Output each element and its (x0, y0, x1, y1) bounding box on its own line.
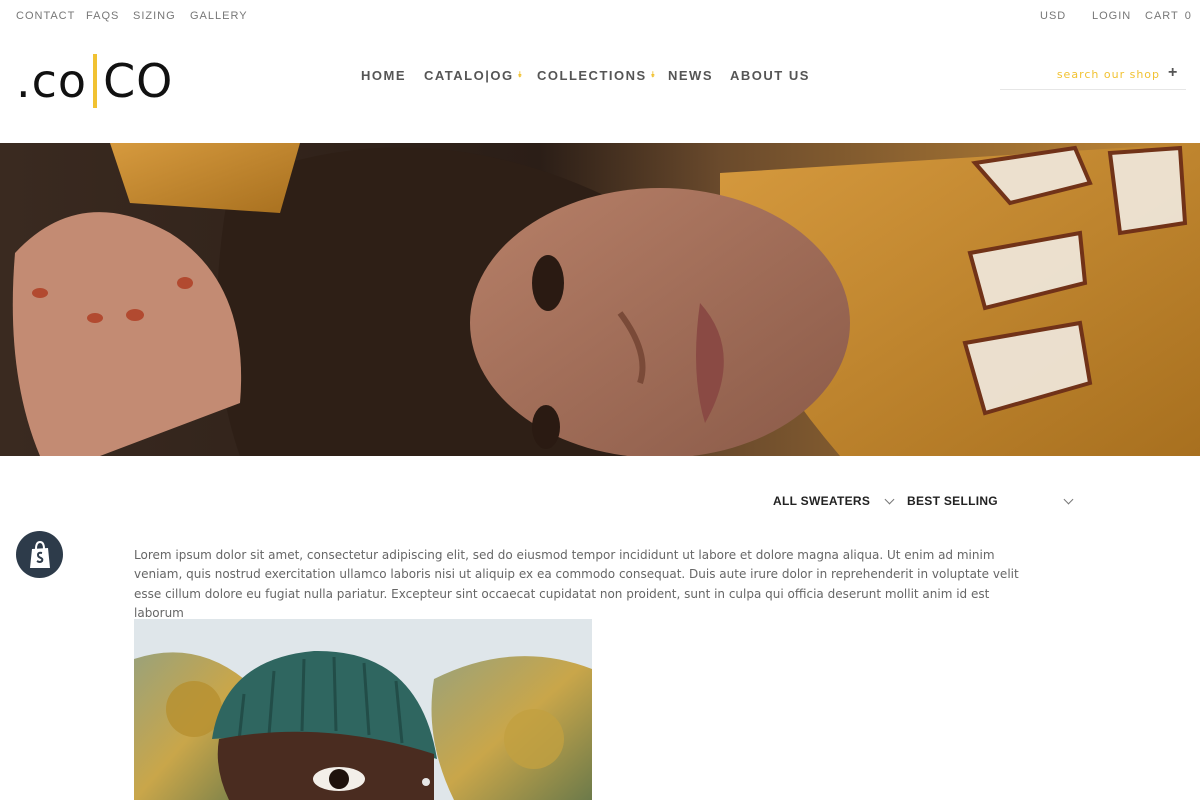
chevron-down-icon (884, 494, 895, 504)
nav-collections[interactable]: COLLECTIONS ⯯ (537, 66, 668, 84)
chevron-down-icon (1063, 494, 1074, 504)
site-logo[interactable]: .CO CO (16, 54, 173, 108)
sort-filter-label: BEST SELLING (907, 494, 998, 508)
hero-banner (0, 143, 1200, 456)
login-link[interactable]: LOGIN (1092, 10, 1131, 22)
contact-link[interactable]: CONTACT (16, 10, 75, 22)
product-image (134, 619, 592, 800)
logo-text-right: CO (103, 54, 174, 108)
logo-divider (93, 54, 98, 108)
hero-image (0, 143, 1200, 456)
nav-home-label: HOME (361, 67, 406, 83)
search-input[interactable] (1000, 62, 1160, 86)
shopify-bag-icon (29, 540, 50, 568)
cart-count: 0 (1184, 10, 1192, 22)
nav-news[interactable]: NEWS (668, 66, 730, 84)
nav-catalog[interactable]: CATALO|OG ⯯ (424, 66, 537, 84)
chevron-double-down-icon: ⯯ (517, 70, 524, 79)
product-card-image[interactable] (134, 619, 592, 800)
nav-news-label: NEWS (668, 67, 713, 83)
currency-selector[interactable]: USD (1040, 10, 1066, 22)
faqs-link[interactable]: FAQS (86, 10, 119, 22)
nav-about-us[interactable]: ABOUT US (730, 66, 810, 84)
collection-filters: ALL SWEATERS BEST SELLING (773, 494, 1074, 508)
plus-icon[interactable]: + (1168, 64, 1177, 82)
sizing-link[interactable]: SIZING (133, 10, 176, 22)
utility-bar: CONTACT FAQS SIZING GALLERY USD LOGIN CA… (0, 0, 1200, 34)
cart-link[interactable]: CART 0 (1145, 10, 1192, 22)
cart-label: CART (1145, 10, 1179, 22)
nav-catalog-label: CATALO|OG (424, 67, 514, 83)
nav-collections-label: COLLECTIONS (537, 67, 647, 83)
shopify-badge[interactable] (16, 531, 63, 578)
category-filter-label: ALL SWEATERS (773, 494, 871, 508)
nav-home[interactable]: HOME (361, 66, 424, 84)
main-navigation: HOME CATALO|OG ⯯ COLLECTIONS ⯯ NEWS ABOU… (361, 66, 810, 84)
collection-description: Lorem ipsum dolor sit amet, consectetur … (134, 548, 1019, 621)
chevron-double-down-icon: ⯯ (650, 70, 657, 79)
search-box: + (1000, 62, 1186, 90)
sort-filter[interactable]: BEST SELLING (907, 494, 1074, 508)
gallery-link[interactable]: GALLERY (190, 10, 248, 22)
logo-text-left: .CO (16, 54, 88, 108)
category-filter[interactable]: ALL SWEATERS (773, 494, 907, 508)
nav-about-label: ABOUT US (730, 67, 810, 83)
